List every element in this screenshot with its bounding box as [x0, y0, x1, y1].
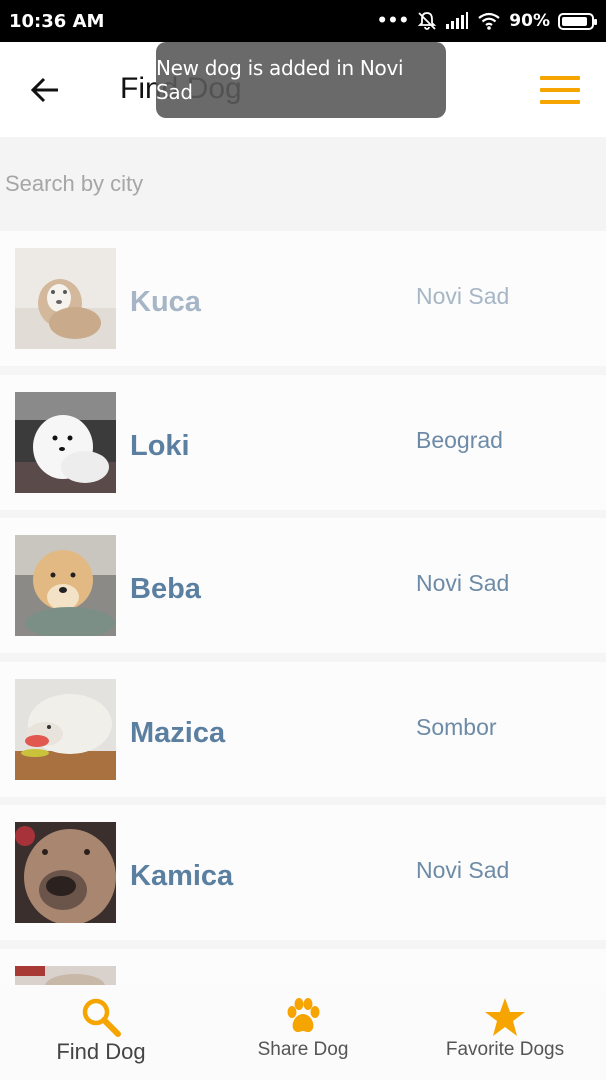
dog-city: Novi Sad — [416, 570, 510, 596]
list-item[interactable]: Mazica Sombor — [0, 661, 606, 797]
battery-level — [562, 16, 588, 26]
nav-share-dog[interactable]: Share Dog — [202, 985, 404, 1080]
dog-city: Sombor — [416, 713, 497, 740]
wifi-icon — [478, 12, 500, 30]
star-icon — [484, 997, 526, 1037]
search-bar — [0, 137, 606, 231]
dog-photo — [15, 678, 116, 780]
list-item[interactable]: Beba Novi Sad — [0, 518, 606, 653]
list-item[interactable] — [0, 948, 606, 985]
arrow-back-icon — [30, 77, 58, 103]
bottom-navigation: Find Dog Share Dog Favorite Dogs — [0, 985, 606, 1080]
dog-city: Novi Sad — [416, 857, 510, 883]
menu-icon-bar — [540, 100, 580, 104]
signal-icon — [446, 12, 469, 29]
notifications-off-icon — [418, 12, 437, 30]
dog-list: Kuca Novi Sad Loki Beograd Beba Novi Sad… — [0, 231, 606, 985]
dog-name: Mazica — [130, 716, 226, 749]
back-button[interactable] — [22, 70, 68, 110]
dog-photo — [15, 965, 116, 985]
search-input[interactable] — [0, 137, 606, 231]
battery-icon — [558, 12, 597, 30]
dog-city: Novi Sad — [416, 283, 510, 309]
dog-name: Kuca — [130, 286, 201, 318]
dog-photo — [15, 535, 116, 636]
dog-photo — [15, 391, 116, 493]
status-time: 10:36 AM — [9, 10, 105, 32]
search-icon — [80, 997, 122, 1037]
list-item[interactable]: Kamica Novi Sad — [0, 805, 606, 940]
dog-photo — [15, 248, 116, 349]
list-item[interactable]: Loki Beograd — [0, 374, 606, 510]
dog-city: Beograd — [416, 426, 503, 453]
dog-name: Loki — [130, 429, 190, 462]
menu-button[interactable] — [540, 76, 580, 104]
toast-message: New dog is added in Novi Sad — [156, 42, 446, 118]
battery-percent: 90% — [509, 11, 550, 31]
status-bar: 10:36 AM ••• 90% — [0, 0, 606, 42]
dog-name: Beba — [130, 573, 201, 605]
list-item[interactable]: Kuca Novi Sad — [0, 231, 606, 366]
nav-favorite-dogs[interactable]: Favorite Dogs — [404, 985, 606, 1080]
status-icons: ••• 90% — [376, 11, 597, 31]
paw-icon — [283, 997, 323, 1037]
nav-label: Find Dog — [56, 1039, 146, 1064]
nav-find-dog[interactable]: Find Dog — [0, 985, 202, 1080]
more-dots-icon: ••• — [376, 11, 410, 31]
menu-icon-bar — [540, 88, 580, 92]
dog-name: Kamica — [130, 860, 234, 892]
menu-icon-bar — [540, 76, 580, 80]
nav-label: Favorite Dogs — [445, 1039, 565, 1060]
dog-photo — [15, 822, 116, 923]
nav-label: Share Dog — [257, 1039, 349, 1060]
